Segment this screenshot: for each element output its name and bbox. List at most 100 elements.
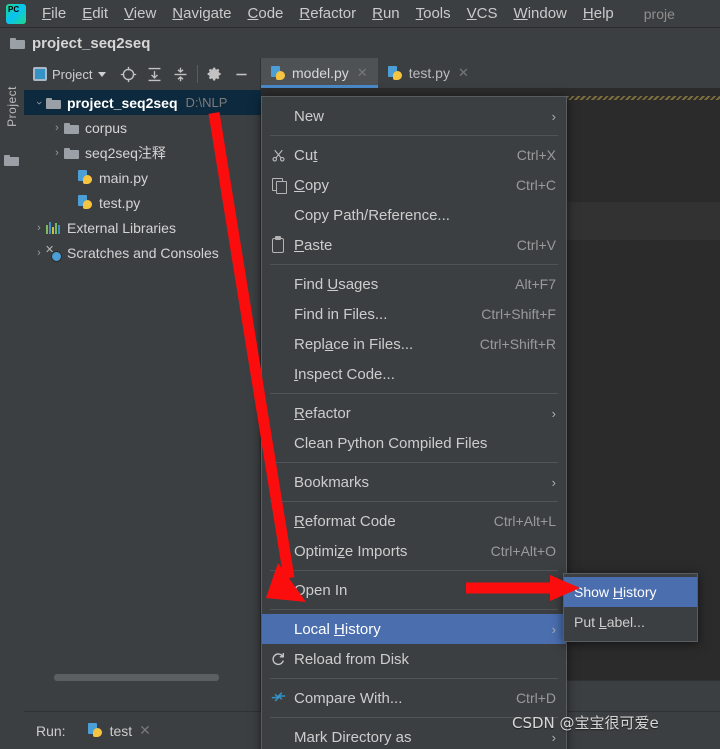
chevron-right-icon[interactable]: ›: [32, 222, 46, 234]
submenu-item-label: Show History: [574, 584, 657, 600]
menu-item-new[interactable]: New ›: [262, 101, 566, 131]
tree-item-external-libraries[interactable]: › External Libraries: [24, 215, 261, 240]
locate-icon[interactable]: [115, 61, 141, 87]
menu-code[interactable]: Code: [240, 3, 292, 24]
close-icon[interactable]: ✕: [357, 65, 368, 81]
tab-test-py[interactable]: test.py ✕: [378, 58, 479, 88]
menu-item-copy[interactable]: Copy Ctrl+C: [262, 170, 566, 200]
menu-item-reload-from-disk[interactable]: Reload from Disk: [262, 644, 566, 674]
menu-separator: [270, 264, 558, 265]
menu-item-label: Reload from Disk: [294, 650, 410, 668]
menu-tools[interactable]: Tools: [408, 3, 459, 24]
menu-item-bookmarks[interactable]: Bookmarks ›: [262, 467, 566, 497]
menu-item-label: Copy Path/Reference...: [294, 206, 450, 224]
menu-item-label: Reformat Code: [294, 512, 396, 530]
menu-item-label: Paste: [294, 236, 333, 254]
chevron-right-icon[interactable]: ›: [32, 247, 46, 259]
tab-model-py[interactable]: model.py ✕: [261, 58, 378, 88]
close-icon[interactable]: ✕: [139, 722, 151, 739]
menu-run[interactable]: Run: [364, 3, 408, 24]
chevron-right-icon: ›: [551, 108, 556, 124]
tree-item-label: seq2seq注释: [85, 144, 166, 161]
menu-item-label: Replace in Files...: [294, 335, 414, 353]
scissors-icon: [262, 148, 294, 163]
menu-view[interactable]: View: [116, 3, 164, 24]
hide-panel-icon[interactable]: [228, 61, 254, 87]
menu-separator: [270, 678, 558, 679]
menu-item-find-in-files[interactable]: Find in Files... Ctrl+Shift+F: [262, 299, 566, 329]
menu-item-label: Local History: [294, 620, 381, 638]
menu-item-compare-with[interactable]: Compare With... Ctrl+D: [262, 683, 566, 713]
chevron-down-icon: [98, 71, 107, 77]
tool-window-tab-project[interactable]: Project: [0, 66, 24, 146]
tree-item-seq2seq-notes[interactable]: › seq2seq注释: [24, 140, 261, 165]
navbar-project-name[interactable]: project_seq2seq: [32, 35, 150, 52]
submenu-item-label: Put Label...: [574, 614, 645, 630]
run-tab-test[interactable]: test ✕: [87, 722, 151, 739]
project-toolbar: Project: [24, 58, 261, 90]
copy-icon: [262, 178, 294, 194]
menu-separator: [270, 462, 558, 463]
menu-item-optimize-imports[interactable]: Optimize Imports Ctrl+Alt+O: [262, 536, 566, 566]
menu-file[interactable]: File: [34, 3, 74, 24]
menu-item-replace-in-files[interactable]: Replace in Files... Ctrl+Shift+R: [262, 329, 566, 359]
chevron-right-icon: ›: [551, 405, 556, 421]
structure-folder-icon[interactable]: [4, 154, 19, 166]
menu-item-inspect-code[interactable]: Inspect Code...: [262, 359, 566, 389]
tree-item-main-py[interactable]: main.py: [24, 165, 261, 190]
tree-item-scratches-and-consoles[interactable]: › Scratches and Consoles: [24, 240, 261, 265]
python-file-icon: [271, 65, 286, 81]
project-view-selector[interactable]: Project: [33, 67, 107, 82]
menu-edit[interactable]: Edit: [74, 3, 116, 24]
compare-icon: [262, 691, 294, 706]
project-view-icon: [33, 67, 47, 81]
tree-item-corpus[interactable]: › corpus: [24, 115, 261, 140]
menu-item-label: Mark Directory as: [294, 728, 412, 746]
tree-item-path: D:\NLP: [185, 95, 228, 110]
menu-navigate[interactable]: Navigate: [164, 3, 239, 24]
menu-item-clean-python-compiled-files[interactable]: Clean Python Compiled Files: [262, 428, 566, 458]
menu-vcs[interactable]: VCS: [459, 3, 506, 24]
menu-item-find-usages[interactable]: Find Usages Alt+F7: [262, 269, 566, 299]
settings-gear-icon[interactable]: [202, 61, 228, 87]
python-file-icon: [78, 170, 93, 185]
folder-icon: [64, 147, 79, 159]
submenu-item-put-label[interactable]: Put Label...: [564, 607, 697, 637]
tree-item-project-seq2seq[interactable]: › project_seq2seq D:\NLP: [24, 90, 261, 115]
expand-all-icon[interactable]: [141, 61, 167, 87]
local-history-submenu: Show History Put Label...: [563, 573, 698, 642]
menu-help[interactable]: Help: [575, 3, 622, 24]
chevron-right-icon[interactable]: ›: [50, 122, 64, 134]
menu-window[interactable]: Window: [506, 3, 575, 24]
tree-item-test-py[interactable]: test.py: [24, 190, 261, 215]
pycharm-logo-icon: [6, 3, 26, 24]
context-menu: New › Cut Ctrl+X Copy Ctrl+C Copy Path/R…: [261, 96, 567, 749]
menu-item-open-in[interactable]: Open In ›: [262, 575, 566, 605]
menu-item-shortcut: Ctrl+C: [515, 177, 556, 193]
menu-item-label: Copy: [294, 176, 330, 194]
tree-item-label: Scratches and Consoles: [67, 244, 219, 261]
tool-window-tab-label: Project: [5, 85, 19, 127]
collapse-all-icon[interactable]: [167, 61, 193, 87]
menu-item-shortcut: Ctrl+D: [515, 690, 556, 706]
watermark: CSDN @宝宝很可爱e: [512, 714, 659, 732]
toolbar-divider: [197, 65, 199, 83]
menu-item-reformat-code[interactable]: Reformat Code Ctrl+Alt+L: [262, 506, 566, 536]
close-icon[interactable]: ✕: [458, 65, 469, 81]
menu-item-label: Inspect Code...: [294, 365, 395, 383]
menu-separator: [270, 609, 558, 610]
project-horizontal-scrollbar[interactable]: [54, 674, 219, 681]
run-tab-label: test: [109, 722, 133, 739]
menu-item-label: Optimize Imports: [294, 542, 408, 560]
menu-item-label: Open In: [294, 581, 348, 599]
menu-item-cut[interactable]: Cut Ctrl+X: [262, 140, 566, 170]
menu-refactor[interactable]: Refactor: [291, 3, 364, 24]
menu-item-copy-path-reference[interactable]: Copy Path/Reference...: [262, 200, 566, 230]
menu-item-refactor[interactable]: Refactor ›: [262, 398, 566, 428]
menu-item-shortcut: Ctrl+X: [516, 147, 556, 163]
menu-item-paste[interactable]: Paste Ctrl+V: [262, 230, 566, 260]
chevron-right-icon[interactable]: ›: [50, 147, 64, 159]
chevron-right-icon[interactable]: ›: [33, 96, 45, 110]
menu-item-local-history[interactable]: Local History ›: [262, 614, 566, 644]
submenu-item-show-history[interactable]: Show History: [564, 577, 697, 607]
